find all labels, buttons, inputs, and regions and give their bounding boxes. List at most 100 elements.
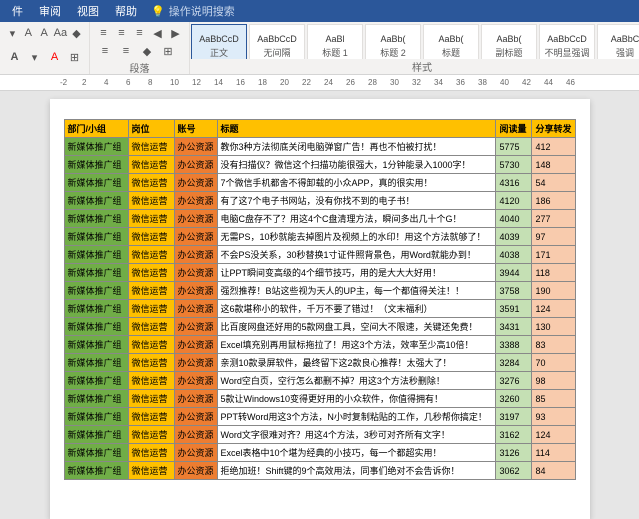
style-标题[interactable]: AaBb(标题 xyxy=(423,24,479,59)
cell: 办公资源 xyxy=(174,264,217,282)
table-header-row: 部门/小组 岗位 账号 标题 阅读量 分享转发 xyxy=(64,120,575,138)
ruler-tick: 42 xyxy=(522,78,531,87)
style-不明显强调[interactable]: AaBbCcD不明显强调 xyxy=(539,24,595,59)
cell: 新媒体推广组 xyxy=(64,210,128,228)
style-name: 标题 2 xyxy=(380,46,406,59)
cell: 新媒体推广组 xyxy=(64,408,128,426)
style-标题 1[interactable]: AaBl标题 1 xyxy=(307,24,363,59)
cell: 新媒体推广组 xyxy=(64,156,128,174)
cell: 70 xyxy=(532,354,575,372)
cell: 54 xyxy=(532,174,575,192)
ruler-tick: 40 xyxy=(500,78,509,87)
cell: 微信运营 xyxy=(128,390,174,408)
style-name: 正文 xyxy=(210,46,228,59)
cell: 新媒体推广组 xyxy=(64,300,128,318)
style-name: 标题 1 xyxy=(322,46,348,59)
change-case-button[interactable]: Aa xyxy=(54,24,67,42)
highlight-button[interactable]: ▾ xyxy=(26,48,43,66)
cell: 无需PS，10秒就能去掉图片及视频上的水印！用这个方法就够了！ xyxy=(217,228,496,246)
multilevel-button[interactable]: ≡ xyxy=(132,24,147,42)
numbering-button[interactable]: ≡ xyxy=(114,24,129,42)
style-preview: AaBbC xyxy=(611,34,639,44)
cell: 微信运营 xyxy=(128,318,174,336)
align-left-button[interactable]: ≡ xyxy=(96,42,114,60)
cell: 微信运营 xyxy=(128,282,174,300)
table-row: 新媒体推广组微信运营办公资源电脑C盘存不了？用这4个C盘清理方法，瞬间多出几十个… xyxy=(64,210,575,228)
tab-2[interactable]: 视图 xyxy=(69,3,107,19)
cell: 微信运营 xyxy=(128,210,174,228)
ruler-tick: 46 xyxy=(566,78,575,87)
table-row: 新媒体推广组微信运营办公资源Word文字很难对齐？用这4个方法，3秒可对齐所有文… xyxy=(64,426,575,444)
cell: 办公资源 xyxy=(174,156,217,174)
bullets-button[interactable]: ≡ xyxy=(96,24,111,42)
style-name: 无间隔 xyxy=(263,46,290,59)
cell: 办公资源 xyxy=(174,192,217,210)
font-color-button[interactable]: A xyxy=(46,48,63,66)
cell: 5730 xyxy=(496,156,532,174)
cell: 3062 xyxy=(496,462,532,480)
ruler-tick: 16 xyxy=(236,78,245,87)
styles-gallery[interactable]: AaBbCcD正文AaBbCcD无间隔AaBl标题 1AaBb(标题 2AaBb… xyxy=(190,22,639,59)
cell: Word文字很难对齐？用这4个方法，3秒可对齐所有文字！ xyxy=(217,426,496,444)
ruler-tick: 32 xyxy=(412,78,421,87)
style-标题 2[interactable]: AaBb(标题 2 xyxy=(365,24,421,59)
ruler-tick: 8 xyxy=(148,78,152,87)
style-强调[interactable]: AaBbC强调 xyxy=(597,24,639,59)
align-center-button[interactable]: ≡ xyxy=(117,42,135,60)
tab-0[interactable]: 件 xyxy=(4,3,31,19)
style-preview: AaBbCcD xyxy=(257,34,297,44)
cell: 93 xyxy=(532,408,575,426)
cell: 办公资源 xyxy=(174,282,217,300)
cell: 3388 xyxy=(496,336,532,354)
indent-right-button[interactable]: ▶ xyxy=(168,24,183,42)
table-row: 新媒体推广组微信运营办公资源比百度网盘还好用的5款网盘工具，空间大不限速，关键还… xyxy=(64,318,575,336)
table-row: 新媒体推广组微信运营办公资源无需PS，10秒就能去掉图片及视频上的水印！用这个方… xyxy=(64,228,575,246)
cell: Word空白页，空行怎么都删不掉？用这3个方法秒删除！ xyxy=(217,372,496,390)
cell: 5款让Windows10变得更好用的小众软件，你值得拥有！ xyxy=(217,390,496,408)
tab-3[interactable]: 帮助 xyxy=(107,3,145,19)
ruler-tick: 36 xyxy=(456,78,465,87)
cell: 4039 xyxy=(496,228,532,246)
cell: 4120 xyxy=(496,192,532,210)
cell: 微信运营 xyxy=(128,462,174,480)
cell: 让PPT瞬间变高级的4个细节技巧，用的是大大大好用！ xyxy=(217,264,496,282)
shrink-font-button[interactable]: A xyxy=(38,24,51,42)
header-role: 岗位 xyxy=(128,120,174,138)
cell: Excel填充别再用鼠标拖拉了！用这3个方法，效率至少高10倍！ xyxy=(217,336,496,354)
style-无间隔[interactable]: AaBbCcD 无间隔 xyxy=(249,24,305,59)
cell: 办公资源 xyxy=(174,372,217,390)
table-row: 新媒体推广组微信运营办公资源有了这7个电子书网站，没有你找不到的电子书！4120… xyxy=(64,192,575,210)
help-search[interactable]: 💡 操作说明搜索 xyxy=(151,3,235,19)
ruler-tick: 2 xyxy=(82,78,86,87)
cell: 办公资源 xyxy=(174,390,217,408)
borders-button[interactable]: ⊞ xyxy=(159,42,177,60)
style-正文[interactable]: AaBbCcD正文 xyxy=(191,24,247,59)
cell: 4040 xyxy=(496,210,532,228)
cell: 微信运营 xyxy=(128,426,174,444)
header-title: 标题 xyxy=(217,120,496,138)
cell: 新媒体推广组 xyxy=(64,264,128,282)
cell: 124 xyxy=(532,300,575,318)
style-副标题[interactable]: AaBb(副标题 xyxy=(481,24,537,59)
grow-font-button[interactable]: A xyxy=(22,24,35,42)
bulb-icon: 💡 xyxy=(151,5,165,18)
indent-left-button[interactable]: ◀ xyxy=(150,24,165,42)
cell: 3260 xyxy=(496,390,532,408)
cell: 办公资源 xyxy=(174,228,217,246)
border-button[interactable]: ⊞ xyxy=(66,48,83,66)
style-name: 不明显强调 xyxy=(544,46,589,59)
ruler-tick: 28 xyxy=(368,78,377,87)
cell: 微信运营 xyxy=(128,372,174,390)
cell: 97 xyxy=(532,228,575,246)
cell: 教你3种方法彻底关闭电脑弹窗广告！再也不怕被打扰！ xyxy=(217,138,496,156)
cell: 4038 xyxy=(496,246,532,264)
bold-button[interactable]: A xyxy=(6,48,23,66)
clear-format-button[interactable]: ◆ xyxy=(70,24,83,42)
shading-button[interactable]: ◆ xyxy=(138,42,156,60)
tab-1[interactable]: 审阅 xyxy=(31,3,69,19)
table-row: 新媒体推广组微信运营办公资源PPT转Word用这3个方法，N小时复制粘贴的工作，… xyxy=(64,408,575,426)
cell: 新媒体推广组 xyxy=(64,372,128,390)
font-dropdown[interactable]: ▾ xyxy=(6,24,19,42)
cell: 84 xyxy=(532,462,575,480)
horizontal-ruler[interactable]: -224681012141618202224262830323436384042… xyxy=(0,75,639,91)
